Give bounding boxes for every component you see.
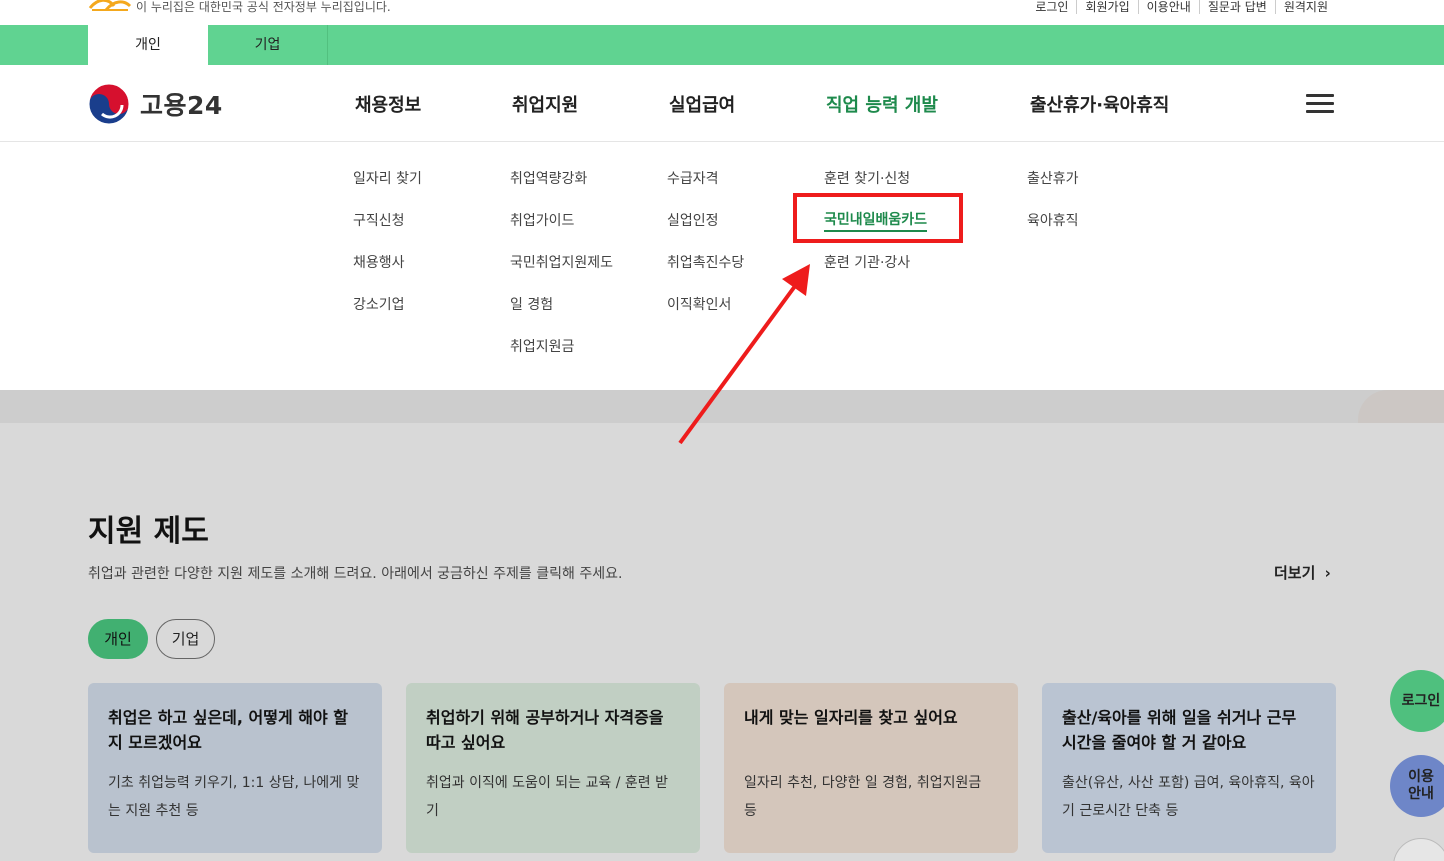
submenu-reemployment-allowance[interactable]: 취업촉진수당 xyxy=(667,254,744,272)
submenu-eligibility[interactable]: 수급자격 xyxy=(667,170,719,188)
filter-business-pill[interactable]: 기업 xyxy=(156,619,215,659)
submenu-job-guide[interactable]: 취업가이드 xyxy=(510,212,574,230)
site-logo[interactable]: 고용24 xyxy=(88,83,223,125)
section-title: 지원 제도 xyxy=(88,514,209,549)
gnb-employment-support[interactable]: 취업지원 xyxy=(512,91,578,117)
submenu-job-application[interactable]: 구직신청 xyxy=(353,212,405,230)
submenu-work-experience[interactable]: 일 경험 xyxy=(510,296,553,314)
filter-individual-pill[interactable]: 개인 xyxy=(88,619,148,659)
submenu-employment-subsidy[interactable]: 취업지원금 xyxy=(510,338,574,356)
floating-login-button[interactable]: 로그인 xyxy=(1390,670,1444,732)
floating-login-label: 로그인 xyxy=(1401,692,1441,709)
login-link[interactable]: 로그인 xyxy=(1027,0,1076,14)
submenu-national-employment[interactable]: 국민취업지원제도 xyxy=(510,254,613,272)
site-header: 고용24 채용정보 취업지원 실업급여 직업 능력 개발 출산휴가·육아휴직 xyxy=(0,65,1444,142)
card-title: 취업은 하고 싶은데, 어떻게 해야 할 지 모르겠어요 xyxy=(108,708,349,752)
chevron-right-icon: › xyxy=(1324,564,1331,582)
submenu-training-institution[interactable]: 훈련 기관·강사 xyxy=(824,254,910,272)
card-title: 취업하기 위해 공부하거나 자격증을 따고 싶어요 xyxy=(426,708,664,752)
submenu-job-search[interactable]: 일자리 찾기 xyxy=(353,170,422,188)
gov-notice-bar: 이 누리집은 대한민국 공식 전자정부 누리집입니다. 로그인 회원가입 이용안… xyxy=(0,0,1444,25)
submenu-small-giant[interactable]: 강소기업 xyxy=(353,296,405,314)
submenu-competency[interactable]: 취업역량강화 xyxy=(510,170,587,188)
gnb-unemployment-benefits[interactable]: 실업급여 xyxy=(669,91,735,117)
submenu-job-fair[interactable]: 채용행사 xyxy=(353,254,405,272)
support-card[interactable]: 출산/육아를 위해 일을 쉬거나 근무 시간을 줄여야 할 거 같아요 출산(유… xyxy=(1042,683,1336,853)
gnb-maternity-parental-leave[interactable]: 출산휴가·육아휴직 xyxy=(1030,91,1169,117)
logo-text: 고용24 xyxy=(140,91,223,120)
tab-business[interactable]: 기업 xyxy=(208,25,328,65)
highlight-box xyxy=(793,193,963,243)
card-title: 출산/육아를 위해 일을 쉬거나 근무 시간을 줄여야 할 거 같아요 xyxy=(1062,708,1297,752)
banner-strip-right xyxy=(1358,390,1444,423)
hamburger-menu-icon[interactable] xyxy=(1306,94,1334,114)
mega-menu-dropdown: 일자리 찾기 구직신청 채용행사 강소기업 취업역량강화 취업가이드 국민취업지… xyxy=(0,142,1444,390)
card-desc: 출산(유산, 사산 포함) 급여, 육아휴직, 육아기 근로시간 단축 등 xyxy=(1062,775,1315,819)
egov-logo-icon xyxy=(88,0,132,11)
gov-notice-text: 이 누리집은 대한민국 공식 전자정부 누리집입니다. xyxy=(136,0,391,14)
more-link[interactable]: 더보기 › xyxy=(1274,562,1331,583)
signup-link[interactable]: 회원가입 xyxy=(1076,0,1137,14)
card-desc: 기초 취업능력 키우기, 1:1 상담, 나에게 맞는 지원 추천 등 xyxy=(108,775,360,819)
support-card[interactable]: 취업은 하고 싶은데, 어떻게 해야 할 지 모르겠어요 기초 취업능력 키우기… xyxy=(88,683,382,853)
card-desc: 일자리 추천, 다양한 일 경험, 취업지원금 등 xyxy=(744,775,982,819)
remote-support-link[interactable]: 원격지원 xyxy=(1274,0,1336,14)
banner-strip xyxy=(0,390,1444,423)
qna-link[interactable]: 질문과 답변 xyxy=(1198,0,1275,14)
taegeuk-logo-icon xyxy=(88,83,130,125)
support-card[interactable]: 내게 맞는 일자리를 찾고 싶어요 일자리 추천, 다양한 일 경험, 취업지원… xyxy=(724,683,1018,853)
submenu-training-search[interactable]: 훈련 찾기·신청 xyxy=(824,170,910,188)
gnb-jobs[interactable]: 채용정보 xyxy=(355,91,421,117)
usage-guide-link[interactable]: 이용안내 xyxy=(1137,0,1199,14)
submenu-parental-leave[interactable]: 육아휴직 xyxy=(1027,212,1079,230)
scroll-top-button[interactable] xyxy=(1393,838,1444,861)
submenu-separation-confirmation[interactable]: 이직확인서 xyxy=(667,296,731,314)
card-title: 내게 맞는 일자리를 찾고 싶어요 xyxy=(744,708,958,727)
support-card[interactable]: 취업하기 위해 공부하거나 자격증을 따고 싶어요 취업과 이직에 도움이 되는… xyxy=(406,683,700,853)
floating-guide-label: 이용 안내 xyxy=(1408,769,1434,802)
submenu-unemployment-recognition[interactable]: 실업인정 xyxy=(667,212,719,230)
section-description: 취업과 관련한 다양한 지원 제도를 소개해 드려요. 아래에서 궁금하신 주제… xyxy=(88,566,623,582)
submenu-maternity-leave[interactable]: 출산휴가 xyxy=(1027,170,1079,188)
card-desc: 취업과 이직에 도움이 되는 교육 / 훈련 받기 xyxy=(426,775,668,819)
more-label: 더보기 xyxy=(1274,564,1316,582)
floating-guide-button[interactable]: 이용 안내 xyxy=(1390,755,1444,817)
user-type-tab-bar: 개인 기업 xyxy=(0,25,1444,65)
tab-individual[interactable]: 개인 xyxy=(88,25,208,65)
utility-links: 로그인 회원가입 이용안내 질문과 답변 원격지원 xyxy=(1027,0,1336,14)
gnb-vocational-training[interactable]: 직업 능력 개발 xyxy=(826,91,938,117)
